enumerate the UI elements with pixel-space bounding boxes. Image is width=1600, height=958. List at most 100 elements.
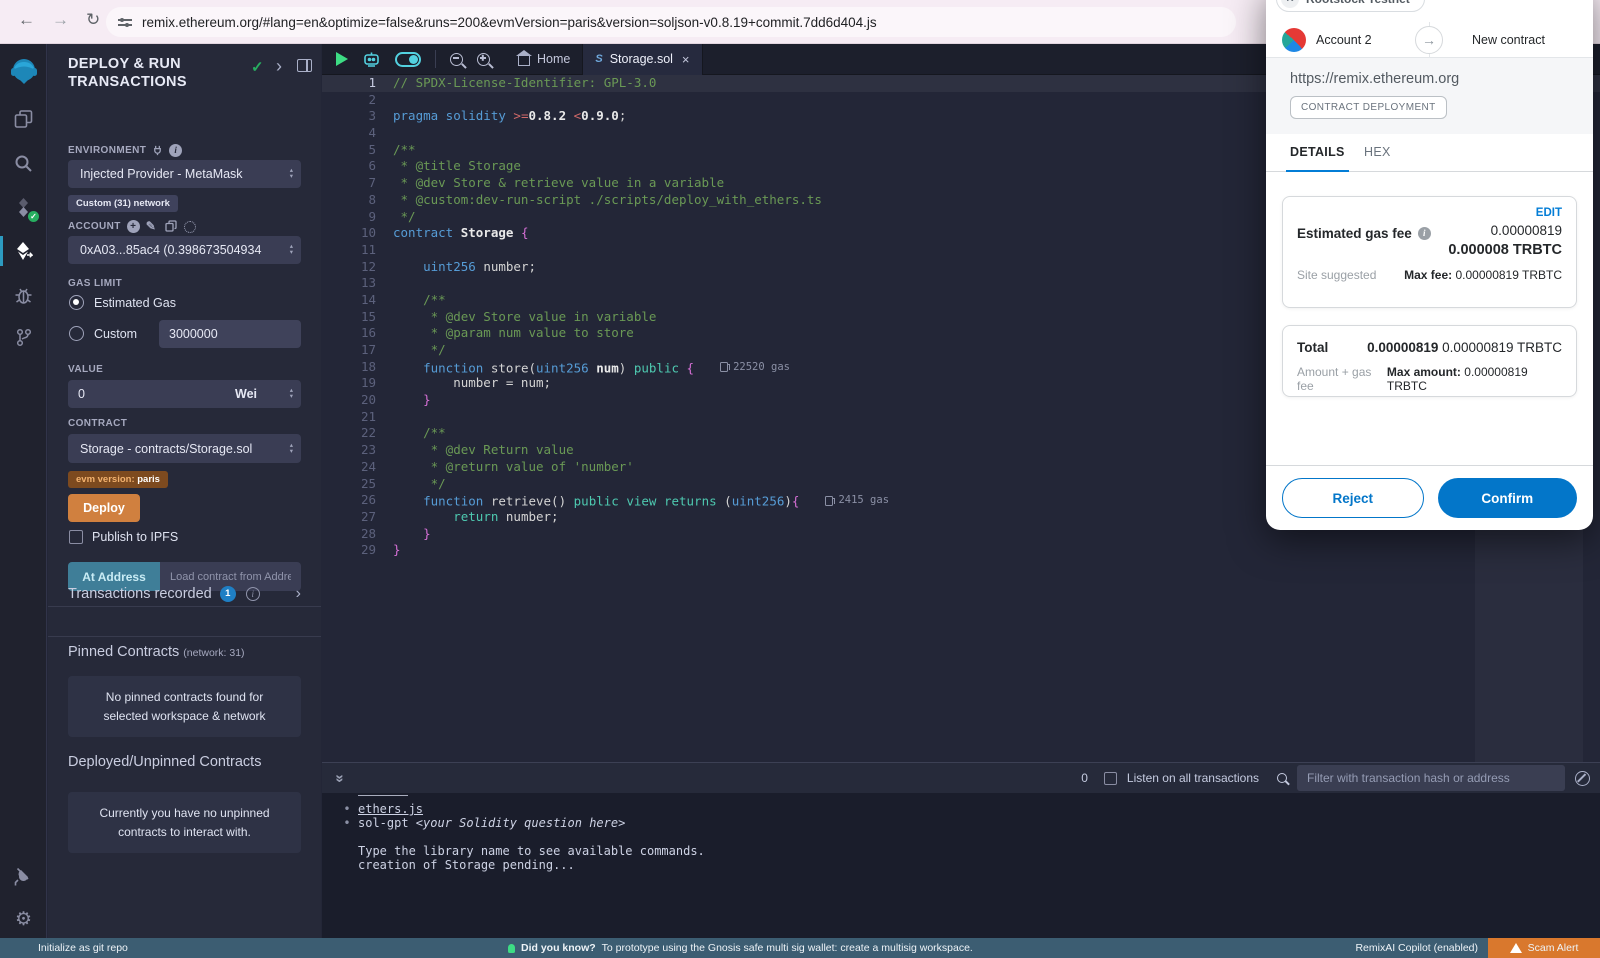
solidity-compiler-icon[interactable]: ✓ — [0, 190, 47, 224]
max-amount: Max amount: 0.00000819 TRBTC — [1387, 365, 1562, 393]
terminal-controls: 0 Listen on all transactions — [1081, 765, 1600, 791]
account-select[interactable]: 0xA03...85ac4 (0.398673504934 ▴▾ — [68, 236, 301, 264]
forward-icon[interactable]: → — [52, 10, 69, 30]
terminal-search-icon — [1277, 773, 1287, 783]
total-values: 0.00000819 0.00000819 TRBTC — [1367, 340, 1562, 355]
plug-icon — [152, 145, 163, 156]
estimated-gas-radio[interactable] — [69, 295, 84, 310]
scam-alert-button[interactable]: Scam Alert — [1488, 938, 1600, 958]
clear-console-icon[interactable] — [1575, 771, 1590, 786]
amount-gas-note: Amount + gas fee — [1297, 365, 1387, 393]
refresh-accounts-icon[interactable] — [184, 221, 196, 233]
gas-info-icon[interactable]: i — [1418, 227, 1431, 240]
custom-gas-radio[interactable] — [69, 326, 84, 341]
environment-label: ENVIRONMENT i — [68, 144, 182, 157]
truncated-list-item — [358, 793, 408, 796]
compile-success-badge: ✓ — [28, 211, 39, 222]
terminal-list-item: •ethers.js — [336, 802, 1590, 816]
zoom-in-icon[interactable] — [477, 53, 490, 66]
pin-panel-icon[interactable] — [297, 59, 312, 72]
check-icon: ✓ — [251, 58, 264, 76]
did-you-know-tip: Did you know? To prototype using the Gno… — [508, 942, 973, 954]
account-label: ACCOUNT + ✎ — [68, 220, 196, 233]
publish-ipfs-checkbox[interactable] — [69, 530, 83, 544]
icon-rail: ✓ ⚙ — [0, 44, 47, 938]
bulb-icon — [508, 944, 515, 953]
url-text: remix.ethereum.org/#lang=en&optimize=fal… — [142, 15, 877, 30]
transactions-recorded-row[interactable]: Transactions recorded 1 i › — [68, 585, 301, 603]
url-field[interactable]: remix.ethereum.org/#lang=en&optimize=fal… — [106, 7, 1236, 37]
gas-estimate-hint: 22520 gas — [720, 359, 790, 376]
divider — [48, 606, 321, 607]
code-line[interactable]: 29} — [322, 542, 1600, 559]
close-tab-icon[interactable]: × — [682, 52, 690, 67]
environment-select[interactable]: Injected Provider - MetaMask ▴▾ — [68, 160, 301, 188]
arrow-right-icon: → — [1415, 26, 1443, 54]
file-explorer-icon[interactable] — [0, 102, 47, 136]
transactions-info-icon[interactable]: i — [246, 587, 260, 601]
origin-url: https://remix.ethereum.org — [1290, 71, 1459, 87]
run-script-icon[interactable] — [336, 52, 348, 66]
network-pill[interactable]: R Rootstock Testnet — [1276, 0, 1425, 12]
confirm-button[interactable]: Confirm — [1438, 478, 1578, 518]
plugin-manager-icon[interactable] — [0, 860, 47, 894]
terminal-message: creation of Storage pending... — [358, 858, 1590, 872]
network-badge: Custom (31) network — [68, 195, 178, 212]
screen: ← → ↻ remix.ethereum.org/#lang=en&optimi… — [0, 0, 1600, 958]
git-icon[interactable] — [0, 320, 47, 354]
tab-hex[interactable]: HEX — [1364, 145, 1391, 159]
transactions-chevron-icon[interactable]: › — [296, 585, 301, 603]
reload-icon[interactable]: ↻ — [86, 10, 100, 30]
tab-storage-sol[interactable]: S Storage.sol × — [582, 44, 702, 75]
custom-gas-label: Custom — [94, 327, 137, 341]
zoom-out-icon[interactable] — [450, 53, 463, 66]
gas-estimate-hint: 2415 gas — [825, 492, 889, 509]
back-icon[interactable]: ← — [18, 10, 35, 30]
account-to-row: Account 2 → New contract — [1266, 22, 1593, 58]
deploy-run-panel: DEPLOY & RUN TRANSACTIONS ✓ › ENVIRONMEN… — [48, 44, 321, 938]
custom-gas-input[interactable] — [159, 320, 301, 348]
to-account: New contract — [1472, 33, 1545, 47]
tab-home[interactable]: Home — [506, 44, 582, 75]
terminal-list-item: •sol-gpt <your Solidity question here> — [336, 816, 1590, 830]
terminal-filter-input[interactable] — [1297, 765, 1565, 791]
copilot-status: RemixAI Copilot (enabled) — [1355, 942, 1478, 954]
terminal-link[interactable]: ethers.js — [358, 802, 423, 816]
site-settings-icon[interactable] — [118, 15, 132, 29]
value-unit-select[interactable]: Wei ▴▾ — [223, 380, 301, 408]
debugger-icon[interactable] — [0, 278, 47, 312]
environment-info-icon[interactable]: i — [169, 144, 182, 157]
deploy-run-icon[interactable] — [0, 234, 47, 268]
copilot-toggle[interactable] — [395, 52, 421, 67]
copy-account-icon[interactable] — [165, 220, 178, 233]
popup-footer: Reject Confirm — [1266, 465, 1593, 530]
remix-ai-icon[interactable] — [362, 50, 381, 68]
contract-deployment-badge: CONTRACT DEPLOYMENT — [1290, 96, 1447, 119]
publish-ipfs-row: Publish to IPFS — [69, 530, 178, 544]
reject-button[interactable]: Reject — [1282, 478, 1424, 518]
solidity-file-icon: S — [595, 53, 602, 65]
terminal: » 0 Listen on all transactions •ethers.j… — [322, 762, 1600, 938]
transactions-count-badge: 1 — [220, 586, 236, 602]
expand-terminal-icon[interactable]: » — [332, 774, 349, 782]
metamask-popup: R Rootstock Testnet Account 2 → New cont… — [1266, 0, 1593, 530]
detail-tabs: DETAILS HEX — [1266, 134, 1593, 172]
divider — [48, 636, 321, 637]
gas-pump-icon — [825, 496, 833, 506]
tab-details[interactable]: DETAILS — [1290, 145, 1345, 159]
value-input[interactable] — [68, 380, 223, 408]
git-init-status[interactable]: Initialize as git repo — [38, 942, 128, 954]
select-arrows-icon: ▴▾ — [290, 168, 293, 180]
estimated-gas-label: Estimated Gas — [94, 296, 176, 310]
listen-transactions-label: Listen on all transactions — [1127, 771, 1259, 785]
listen-transactions-checkbox[interactable] — [1104, 772, 1117, 785]
contract-select[interactable]: Storage - contracts/Storage.sol ▴▾ — [68, 434, 301, 463]
settings-icon[interactable]: ⚙ — [0, 902, 47, 936]
edit-account-icon[interactable]: ✎ — [146, 220, 159, 233]
edit-gas-link[interactable]: EDIT — [1297, 207, 1562, 223]
collapse-chevron-icon[interactable]: › — [276, 56, 282, 77]
deploy-button[interactable]: Deploy — [68, 494, 140, 522]
remix-logo-icon[interactable] — [9, 56, 39, 86]
add-account-icon[interactable]: + — [127, 220, 140, 233]
search-icon[interactable] — [0, 146, 47, 180]
